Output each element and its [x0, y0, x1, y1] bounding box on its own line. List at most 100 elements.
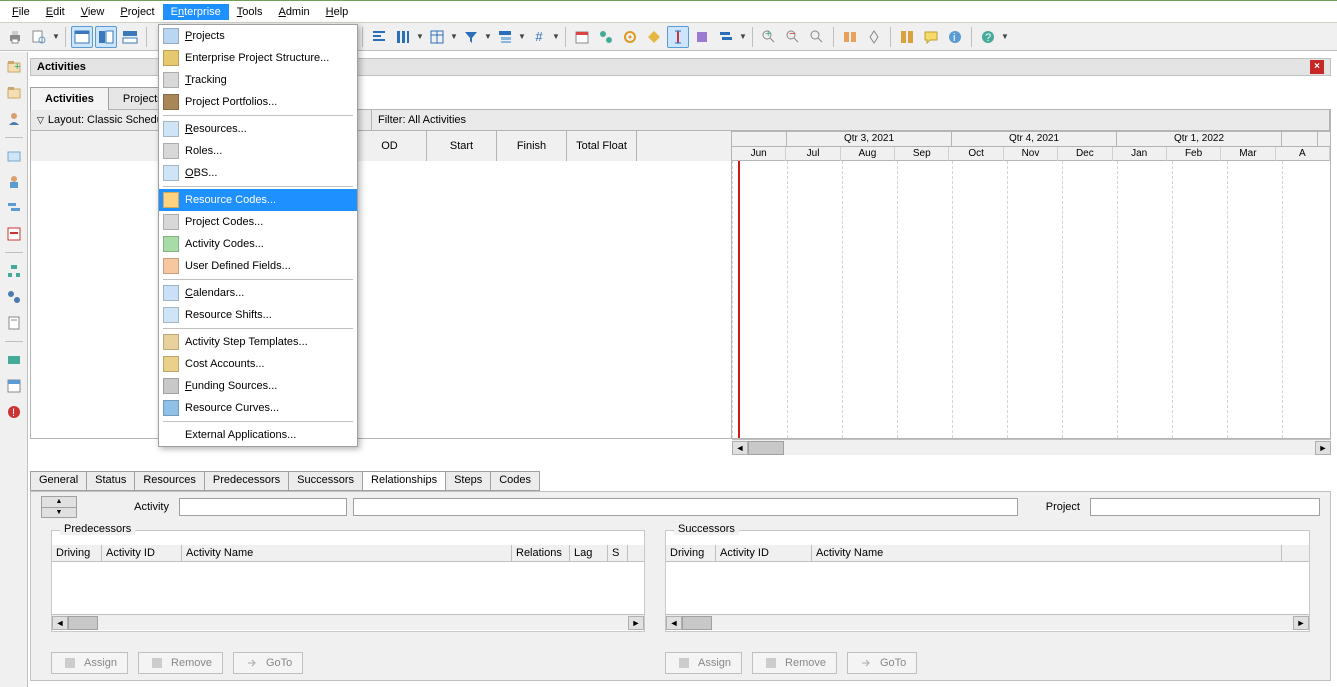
- dropdown-caret-icon[interactable]: ▼: [52, 32, 60, 41]
- comment-icon[interactable]: [920, 26, 942, 48]
- menu-item-cost-accounts-[interactable]: Cost Accounts...: [159, 353, 357, 375]
- sb-wp-icon[interactable]: [3, 312, 25, 334]
- scroll-right-icon[interactable]: ►: [1315, 441, 1331, 455]
- panels-icon[interactable]: [896, 26, 918, 48]
- col-header[interactable]: Finish: [497, 131, 567, 161]
- col-header[interactable]: Start: [427, 131, 497, 161]
- detail-tab-steps[interactable]: Steps: [445, 471, 491, 491]
- rel-col-header[interactable]: Activity ID: [716, 545, 812, 561]
- menu-edit[interactable]: Edit: [38, 4, 73, 20]
- layout-toggle-1-icon[interactable]: [71, 26, 93, 48]
- dropdown-caret-icon[interactable]: ▼: [1001, 32, 1009, 41]
- dropdown-caret-icon[interactable]: ▼: [518, 32, 526, 41]
- activity-id-field[interactable]: [179, 498, 347, 516]
- sb-expenses-icon[interactable]: [3, 349, 25, 371]
- rel-col-header[interactable]: Activity Name: [182, 545, 512, 561]
- layout-toggle-2-icon[interactable]: [95, 26, 117, 48]
- group-icon[interactable]: [494, 26, 516, 48]
- rel-col-header[interactable]: Relations: [512, 545, 570, 561]
- detail-tab-predecessors[interactable]: Predecessors: [204, 471, 289, 491]
- detail-tab-general[interactable]: General: [30, 471, 87, 491]
- scroll-left-icon[interactable]: ◄: [732, 441, 748, 455]
- menu-item-tracking[interactable]: Tracking: [159, 69, 357, 91]
- menu-admin[interactable]: Admin: [270, 4, 317, 20]
- menu-item-calendars-[interactable]: Calendars...: [159, 282, 357, 304]
- shape-icon[interactable]: [643, 26, 665, 48]
- layout-toggle-3-icon[interactable]: [119, 26, 141, 48]
- sb-resource-icon[interactable]: [3, 171, 25, 193]
- zoom-fit-icon[interactable]: [806, 26, 828, 48]
- rel-col-header[interactable]: Lag: [570, 545, 608, 561]
- print-icon[interactable]: [4, 26, 26, 48]
- zoom-out-icon[interactable]: −: [782, 26, 804, 48]
- sb-tracking-icon[interactable]: [3, 223, 25, 245]
- succ-goto-button[interactable]: GoTo: [847, 652, 917, 674]
- menu-item-roles-[interactable]: Roles...: [159, 140, 357, 162]
- detail-tab-relationships[interactable]: Relationships: [362, 471, 446, 491]
- dropdown-caret-icon[interactable]: ▼: [739, 32, 747, 41]
- table-icon[interactable]: [426, 26, 448, 48]
- succ-remove-button[interactable]: Remove: [752, 652, 837, 674]
- menu-item-enterprise-project-structure-[interactable]: Enterprise Project Structure...: [159, 47, 357, 69]
- sb-wbs-icon[interactable]: [3, 260, 25, 282]
- scroll-left-icon[interactable]: ◄: [52, 616, 68, 630]
- menu-project[interactable]: Project: [112, 4, 162, 20]
- menu-item-activity-step-templates-[interactable]: Activity Step Templates...: [159, 331, 357, 353]
- menu-item-resource-shifts-[interactable]: Resource Shifts...: [159, 304, 357, 326]
- pred-assign-button[interactable]: Assign: [51, 652, 128, 674]
- align-left-icon[interactable]: [368, 26, 390, 48]
- col-header[interactable]: Total Float: [567, 131, 637, 161]
- link-icon[interactable]: [619, 26, 641, 48]
- rel-col-header[interactable]: S: [608, 545, 628, 561]
- menu-item-resources-[interactable]: Resources...: [159, 118, 357, 140]
- rel-col-header[interactable]: Driving: [52, 545, 102, 561]
- rel-col-header[interactable]: Activity Name: [812, 545, 1282, 561]
- menu-file[interactable]: File: [4, 4, 38, 20]
- menu-item-project-codes-[interactable]: Project Codes...: [159, 211, 357, 233]
- scroll-right-icon[interactable]: ►: [1293, 616, 1309, 630]
- sb-projects-icon[interactable]: +: [3, 56, 25, 78]
- filter-icon[interactable]: [460, 26, 482, 48]
- sb-thresh-icon[interactable]: [3, 375, 25, 397]
- rel-col-header[interactable]: Driving: [666, 545, 716, 561]
- row-stepper[interactable]: ▲▼: [41, 496, 77, 518]
- diamond-icon[interactable]: [863, 26, 885, 48]
- rel-col-header[interactable]: Activity ID: [102, 545, 182, 561]
- level-icon[interactable]: [595, 26, 617, 48]
- dropdown-caret-icon[interactable]: ▼: [552, 32, 560, 41]
- bars-icon[interactable]: [715, 26, 737, 48]
- detail-tab-status[interactable]: Status: [86, 471, 135, 491]
- pred-goto-button[interactable]: GoTo: [233, 652, 303, 674]
- gantt-scrollbar[interactable]: ◄ ►: [732, 439, 1331, 455]
- menu-help[interactable]: Help: [318, 4, 357, 20]
- detail-tab-codes[interactable]: Codes: [490, 471, 540, 491]
- sb-activities-icon[interactable]: [3, 197, 25, 219]
- menu-item-resource-codes-[interactable]: Resource Codes...: [159, 189, 357, 211]
- scroll-right-icon[interactable]: ►: [628, 616, 644, 630]
- menu-enterprise[interactable]: Enterprise: [163, 4, 229, 20]
- menu-item-project-portfolios-[interactable]: Project Portfolios...: [159, 91, 357, 113]
- columns-icon[interactable]: [392, 26, 414, 48]
- menu-view[interactable]: View: [73, 4, 113, 20]
- sb-users-icon[interactable]: [3, 108, 25, 130]
- menu-item-funding-sources-[interactable]: Funding Sources...: [159, 375, 357, 397]
- menu-item-obs-[interactable]: OBS...: [159, 162, 357, 184]
- hash-icon[interactable]: #: [528, 26, 550, 48]
- menu-tools[interactable]: Tools: [229, 4, 271, 20]
- info-icon[interactable]: i: [944, 26, 966, 48]
- schedule-icon[interactable]: [571, 26, 593, 48]
- menu-item-projects[interactable]: Projects: [159, 25, 357, 47]
- menu-item-external-applications-[interactable]: External Applications...: [159, 424, 357, 446]
- predecessors-list[interactable]: [52, 562, 644, 614]
- sb-issues-icon[interactable]: !: [3, 401, 25, 423]
- menu-item-resource-curves-[interactable]: Resource Curves...: [159, 397, 357, 419]
- progress-line-icon[interactable]: [667, 26, 689, 48]
- sb-open-icon[interactable]: [3, 145, 25, 167]
- succ-assign-button[interactable]: Assign: [665, 652, 742, 674]
- sb-assign-icon[interactable]: [3, 286, 25, 308]
- spotlight-icon[interactable]: [691, 26, 713, 48]
- menu-item-activity-codes-[interactable]: Activity Codes...: [159, 233, 357, 255]
- help-icon[interactable]: ?: [977, 26, 999, 48]
- dropdown-caret-icon[interactable]: ▼: [484, 32, 492, 41]
- activity-name-field[interactable]: [353, 498, 1018, 516]
